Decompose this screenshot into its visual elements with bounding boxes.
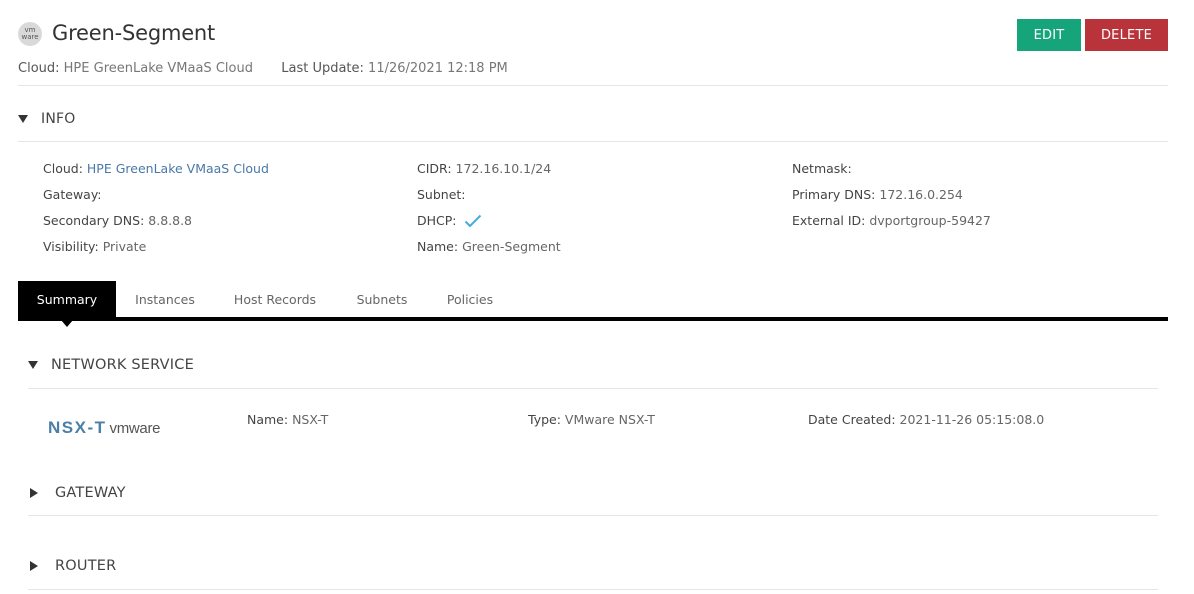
- info-primary-dns-value: 172.16.0.254: [879, 187, 963, 202]
- info-cidr-value: 172.16.10.1/24: [455, 161, 552, 176]
- cloud-value: HPE GreenLake VMaaS Cloud: [63, 61, 253, 76]
- tab-subnets[interactable]: Subnets: [347, 281, 417, 317]
- header-meta: Cloud: HPE GreenLake VMaaS Cloud Last Up…: [18, 61, 508, 76]
- ns-name-value: NSX-T: [292, 412, 329, 427]
- network-service-divider: [28, 388, 1158, 389]
- info-netmask: Netmask:: [792, 161, 852, 176]
- info-external-id-value: dvportgroup-59427: [869, 213, 991, 228]
- delete-button[interactable]: DELETE: [1085, 19, 1168, 51]
- info-cloud-label: Cloud:: [43, 161, 83, 176]
- info-netmask-label: Netmask:: [792, 161, 852, 176]
- info-cloud: Cloud: HPE GreenLake VMaaS Cloud: [43, 161, 269, 176]
- ns-date-created-label: Date Created:: [808, 412, 896, 427]
- ns-date-created: Date Created: 2021-11-26 05:15:08.0: [808, 412, 1044, 427]
- info-gateway-label: Gateway:: [43, 187, 102, 202]
- info-divider: [18, 141, 1168, 142]
- info-name: Name: Green-Segment: [417, 239, 561, 254]
- ns-name-label: Name:: [247, 412, 289, 427]
- gateway-section-title: GATEWAY: [55, 485, 126, 501]
- info-subnet-label: Subnet:: [417, 187, 466, 202]
- collapse-triangle-icon: [28, 361, 38, 369]
- info-section-title: INFO: [41, 111, 76, 127]
- info-secondary-dns-label: Secondary DNS:: [43, 213, 145, 228]
- last-update-label: Last Update:: [281, 61, 364, 76]
- info-dhcp: DHCP:: [417, 213, 482, 231]
- ns-type: Type: VMware NSX-T: [528, 412, 655, 427]
- ns-name: Name: NSX-T: [247, 412, 328, 427]
- last-update-value: 11/26/2021 12:18 PM: [368, 61, 508, 76]
- info-secondary-dns-value: 8.8.8.8: [148, 213, 193, 228]
- vmware-cloud-icon: vm ware: [18, 22, 42, 46]
- tab-bar: Summary Instances Host Records Subnets P…: [18, 281, 1168, 327]
- info-subnet: Subnet:: [417, 187, 466, 202]
- tab-underline: [18, 317, 1168, 321]
- info-external-id-label: External ID:: [792, 213, 866, 228]
- router-section-toggle[interactable]: ROUTER: [30, 558, 116, 574]
- tab-summary[interactable]: Summary: [18, 281, 116, 317]
- info-visibility-value: Private: [102, 239, 147, 254]
- info-name-value: Green-Segment: [462, 239, 561, 254]
- nsx-vmware-logo: NSX-T vmware: [48, 418, 161, 438]
- info-external-id: External ID: dvportgroup-59427: [792, 213, 991, 228]
- info-cidr-label: CIDR:: [417, 161, 452, 176]
- tab-host-records[interactable]: Host Records: [226, 281, 324, 317]
- edit-button[interactable]: EDIT: [1017, 19, 1081, 51]
- info-visibility-label: Visibility:: [43, 239, 99, 254]
- ns-type-label: Type:: [528, 412, 561, 427]
- page-header: vm ware Green-Segment Cloud: HPE GreenLa…: [18, 19, 1168, 86]
- vmware-logo-text: vmware: [109, 420, 161, 437]
- gateway-section-toggle[interactable]: GATEWAY: [30, 485, 126, 501]
- active-tab-pointer-icon: [61, 320, 73, 327]
- tab-policies[interactable]: Policies: [437, 281, 503, 317]
- network-service-toggle[interactable]: NETWORK SERVICE: [28, 357, 194, 373]
- router-section-title: ROUTER: [55, 558, 117, 574]
- info-name-label: Name:: [417, 239, 459, 254]
- collapse-triangle-icon: [18, 115, 28, 123]
- gateway-divider: [28, 515, 1158, 516]
- tab-instances[interactable]: Instances: [125, 281, 205, 317]
- info-section-toggle[interactable]: INFO: [18, 111, 75, 127]
- expand-triangle-icon: [30, 561, 38, 571]
- info-secondary-dns: Secondary DNS: 8.8.8.8: [43, 213, 192, 228]
- cloud-label: Cloud:: [18, 61, 60, 76]
- check-icon: [464, 214, 482, 231]
- header-divider: [18, 85, 1168, 86]
- info-gateway: Gateway:: [43, 187, 102, 202]
- expand-triangle-icon: [30, 488, 38, 498]
- info-cidr: CIDR: 172.16.10.1/24: [417, 161, 551, 176]
- network-service-title: NETWORK SERVICE: [51, 357, 194, 373]
- info-primary-dns: Primary DNS: 172.16.0.254: [792, 187, 963, 202]
- router-divider: [28, 589, 1158, 590]
- page-title: Green-Segment: [52, 21, 216, 45]
- ns-type-value: VMware NSX-T: [564, 412, 655, 427]
- info-dhcp-label: DHCP:: [417, 213, 457, 228]
- info-cloud-link[interactable]: HPE GreenLake VMaaS Cloud: [87, 161, 269, 176]
- ns-date-created-value: 2021-11-26 05:15:08.0: [899, 412, 1045, 427]
- info-primary-dns-label: Primary DNS:: [792, 187, 876, 202]
- nsx-logo-text: NSX-T: [48, 418, 107, 437]
- info-visibility: Visibility: Private: [43, 239, 146, 254]
